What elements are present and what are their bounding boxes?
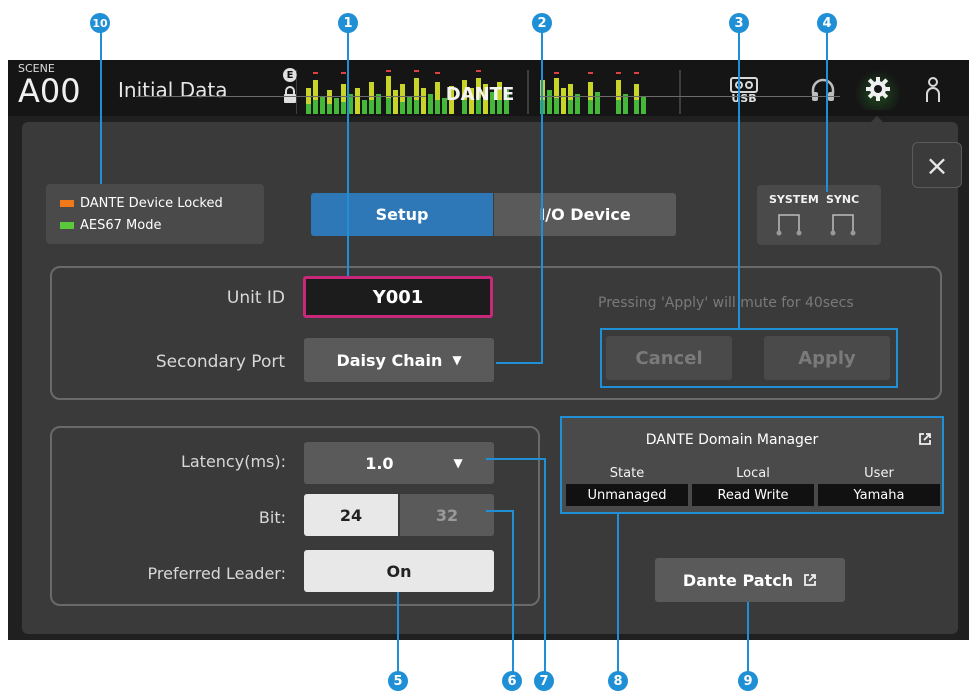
ddm-local-header: Local	[736, 466, 770, 481]
callout-line-6a	[486, 510, 514, 512]
bit-32-button[interactable]: 32	[400, 494, 494, 536]
callout-3: 3	[729, 13, 749, 33]
title-divider-left	[136, 96, 426, 97]
aes67-led	[60, 222, 74, 229]
sync-label: SYNC	[826, 193, 860, 206]
ddm-local-value: Read Write	[692, 484, 814, 506]
callout-10: 10	[90, 13, 110, 33]
callout-line-5	[397, 592, 399, 674]
unit-id-field[interactable]: Y001	[303, 276, 493, 318]
apply-button[interactable]: Apply	[764, 336, 890, 380]
scene-name[interactable]: Initial Data	[118, 78, 227, 102]
close-button[interactable]: ×	[912, 142, 962, 188]
callout-8: 8	[608, 671, 628, 691]
tab-setup[interactable]: Setup	[311, 193, 493, 236]
system-sync-indicator: SYSTEM SYNC	[757, 185, 881, 245]
apply-note: Pressing 'Apply' will mute for 40secs	[598, 295, 854, 311]
callout-2: 2	[532, 13, 552, 33]
ddm-state-value: Unmanaged	[566, 484, 688, 506]
secondary-port-label: Secondary Port	[155, 352, 285, 372]
callout-line-8	[617, 514, 619, 674]
gear-icon[interactable]	[856, 68, 900, 110]
sync-status-icon	[776, 214, 856, 236]
system-label: SYSTEM	[769, 193, 819, 206]
preferred-leader-label: Preferred Leader:	[147, 564, 287, 583]
ddm-user-value: Yamaha	[818, 484, 940, 506]
latency-value: 1.0	[365, 453, 394, 473]
callout-line-6b	[512, 510, 514, 674]
ddm-state-header: State	[609, 466, 645, 481]
title-divider-right	[540, 96, 840, 97]
user-icon[interactable]	[918, 72, 948, 108]
callout-9: 9	[738, 671, 758, 691]
callout-7: 7	[534, 671, 554, 691]
bit-label: Bit:	[258, 508, 286, 527]
preferred-leader-value: On	[386, 561, 412, 581]
aes67-label: AES67 Mode	[80, 218, 162, 233]
tab-io-device[interactable]: I/O Device	[494, 193, 676, 236]
callout-4: 4	[817, 13, 837, 33]
callout-5: 5	[388, 671, 408, 691]
apply-label: Apply	[798, 347, 856, 369]
callout-line-7a	[486, 458, 546, 460]
usb-label: USB	[731, 91, 757, 105]
callout-line-9	[747, 602, 749, 674]
callout-line-4	[826, 32, 828, 192]
cancel-button[interactable]: Cancel	[606, 336, 732, 380]
dante-patch-button[interactable]: Dante Patch	[655, 558, 845, 602]
scene-number[interactable]: A00	[18, 74, 81, 108]
callout-6: 6	[502, 671, 522, 691]
headphones-icon[interactable]	[805, 72, 841, 108]
callout-line-3	[738, 32, 740, 328]
bit-24-label: 24	[339, 505, 363, 525]
callout-line-10	[100, 32, 102, 184]
cancel-label: Cancel	[635, 347, 703, 369]
dante-domain-manager[interactable]: DANTE Domain Manager State Local User Un…	[560, 416, 944, 514]
tab-io-device-label: I/O Device	[539, 205, 631, 224]
chevron-down-icon: ▼	[452, 353, 462, 367]
ddm-user-header: User	[864, 466, 894, 481]
e-badge-icon: E	[283, 68, 297, 82]
bit-32-label: 32	[435, 505, 459, 525]
callout-line-7b	[544, 458, 546, 674]
latency-label: Latency(ms):	[180, 452, 286, 471]
usb-recorder-icon[interactable]: USB	[724, 72, 764, 108]
latency-dropdown[interactable]: 1.0 ▼	[304, 442, 494, 484]
secondary-port-value: Daisy Chain	[336, 350, 443, 370]
tab-setup-label: Setup	[375, 205, 429, 224]
callout-line-2b	[496, 362, 543, 364]
unit-id-label: Unit ID	[226, 288, 285, 308]
dante-patch-label: Dante Patch	[682, 570, 794, 590]
bit-24-button[interactable]: 24	[304, 494, 398, 536]
unit-id-value: Y001	[372, 286, 424, 308]
external-link-icon	[919, 433, 931, 445]
device-locked-label: DANTE Device Locked	[80, 196, 223, 211]
secondary-port-dropdown[interactable]: Daisy Chain ▼	[304, 338, 494, 382]
ddm-title: DANTE Domain Manager	[645, 432, 819, 448]
dante-status-indicator: DANTE Device Locked AES67 Mode	[46, 184, 264, 244]
callout-line-2a	[541, 32, 543, 364]
device-locked-led	[60, 200, 74, 207]
callout-1: 1	[338, 13, 358, 33]
page-title: DANTE	[445, 84, 515, 105]
preferred-leader-toggle[interactable]: On	[304, 550, 494, 592]
external-link-icon	[804, 574, 816, 586]
chevron-down-icon: ▼	[453, 456, 463, 470]
callout-line-1	[347, 32, 349, 276]
